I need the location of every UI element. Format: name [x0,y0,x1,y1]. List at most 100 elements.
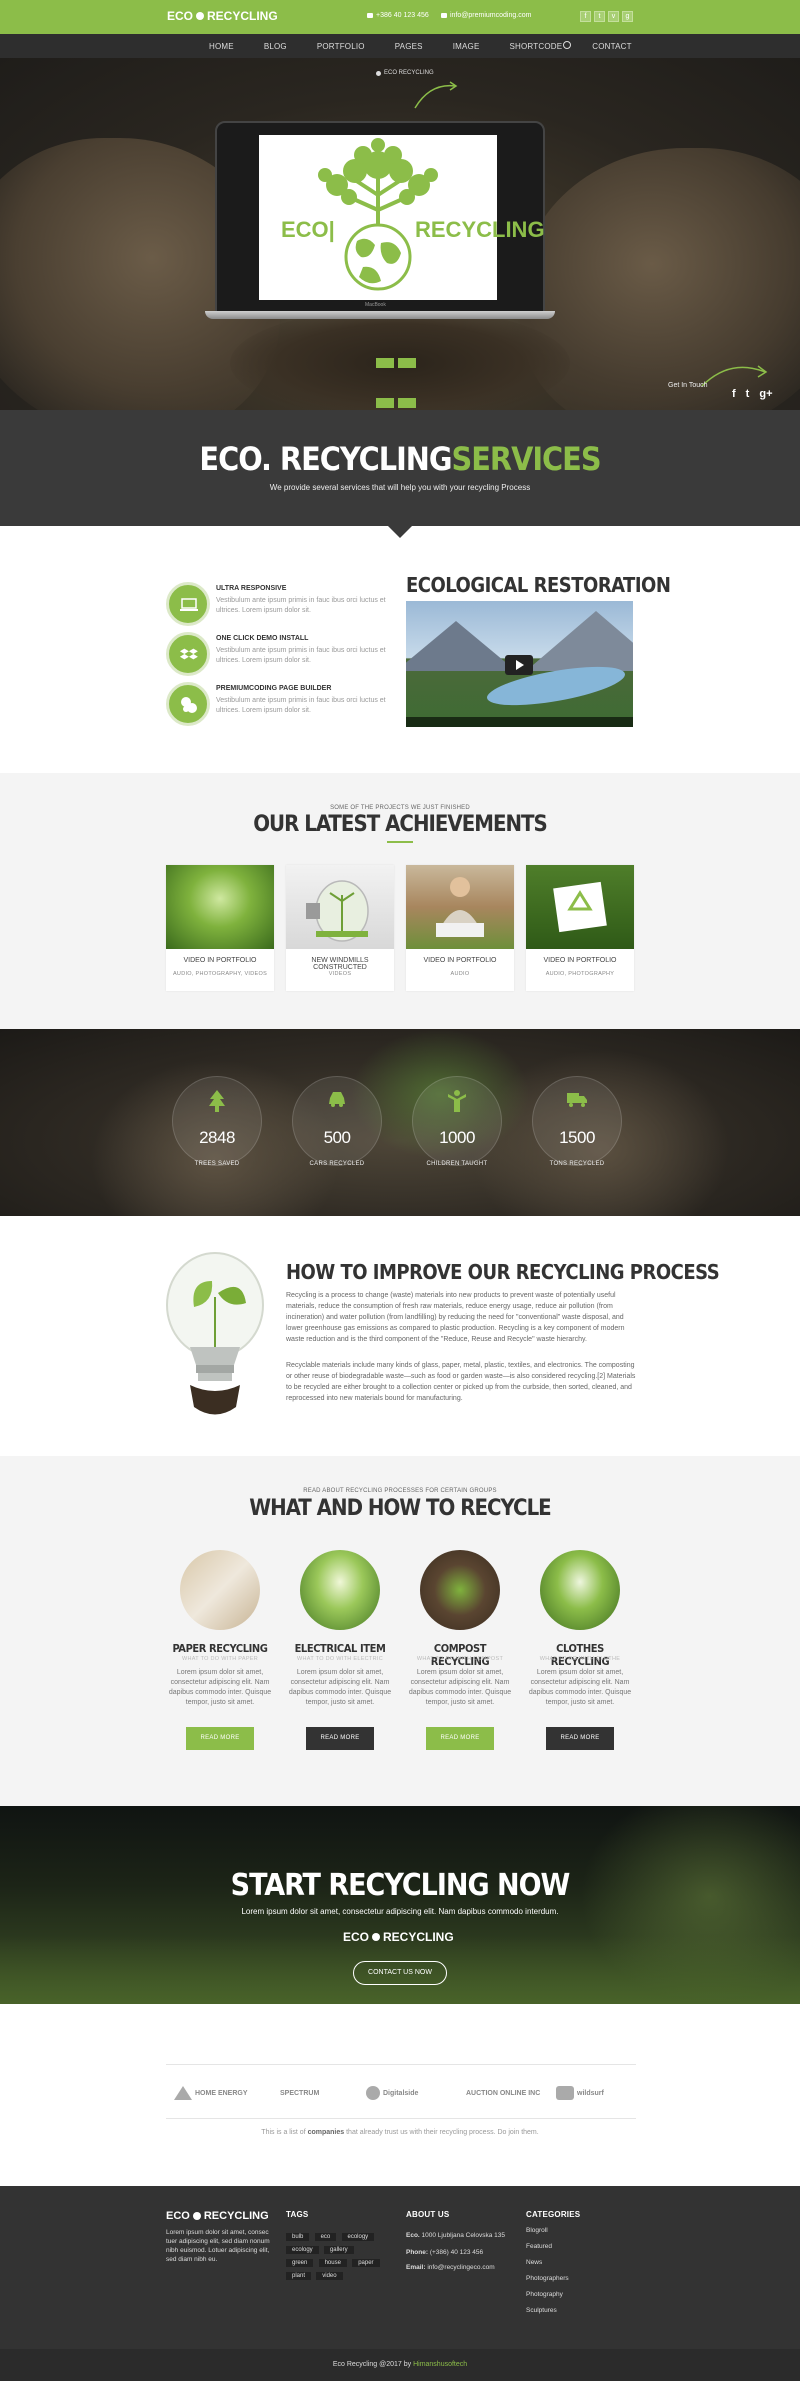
nav-shortcode[interactable]: SHORTCODE [510,42,563,51]
site-logo[interactable]: ECO RECYCLING [167,9,278,23]
partner-logo[interactable]: wildsurf [556,2080,604,2106]
video-controls[interactable] [406,717,633,727]
achievement-card[interactable]: VIDEO IN PORTFOLIO AUDIO, PHOTOGRAPHY [526,865,634,991]
feature-demo-install: ONE CLICK DEMO INSTALL Vestibulum ante i… [166,632,396,682]
footer-about-head: ABOUT US [406,2210,450,2219]
tag-link[interactable]: video [316,2272,343,2280]
partners-note: This is a list of companies that already… [0,2129,800,2136]
stat-value: 500 [323,1128,351,1147]
hero-slider: ECO RECYCLING ECO| RECYCLING MacBook Get… [0,58,800,410]
facebook-icon[interactable]: f [732,388,736,400]
read-more-button[interactable]: READ MORE [546,1727,614,1750]
laptop-base [205,311,555,319]
slider-dot[interactable] [376,358,394,368]
category-link[interactable]: Blogroll [526,2223,636,2239]
category-link[interactable]: Photographers [526,2271,636,2287]
achievement-card[interactable]: VIDEO IN PORTFOLIO AUDIO [406,865,514,991]
footer-phone-value: (+386) 40 123 456 [428,2249,484,2256]
category-link[interactable]: Photography [526,2287,636,2303]
slider-dot[interactable] [376,398,394,408]
tag-link[interactable]: green [286,2259,314,2267]
nav-blog[interactable]: BLOG [264,42,287,51]
tag-link[interactable]: ecology [341,2233,375,2241]
compost-photo [420,1550,500,1630]
footer-phone: Phone: (+386) 40 123 456 [406,2248,516,2257]
card-sub: AUDIO, PHOTOGRAPHY [545,971,615,977]
slider-dot[interactable] [398,398,416,408]
category-link[interactable]: Featured [526,2239,636,2255]
footer-phone-label: Phone: [406,2249,429,2256]
search-icon[interactable] [563,41,571,49]
feature-circle [166,582,210,626]
slider-dot[interactable] [398,358,416,368]
tag-link[interactable]: plant [286,2272,312,2280]
top-email[interactable]: info@premiumcoding.com [441,12,531,19]
stat-cars: 500 CARS RECYCLED [292,1076,382,1196]
achievement-card[interactable]: NEW WINDMILLS CONSTRUCTED VIDEOS [286,865,394,991]
puzzle-icon [181,697,197,713]
partner-logo[interactable]: AUCTION ONLINE INC [466,2080,540,2106]
nav-portfolio[interactable]: PORTFOLIO [317,42,365,51]
nav-pages[interactable]: PAGES [395,42,423,51]
logo-right: RECYCLING [207,9,278,23]
achievements-title-left: OUR LATEST [253,812,386,837]
partner-logo[interactable]: HOME ENERGY [174,2080,248,2106]
recycle-icon [553,881,607,933]
footer-about-us-col: ABOUT US Eco. 1000 Ljubljana Celovska 13… [406,2210,516,2272]
feature-title: ULTRA RESPONSIVE [216,585,287,592]
copyright-author-link[interactable]: Himanshusoftech [413,2361,467,2368]
tag-link[interactable]: house [318,2259,347,2267]
get-in-touch-label[interactable]: Get In Touch [668,382,708,389]
partners-note-pre: This is a list of [261,2129,308,2136]
nav-contact[interactable]: CONTACT [592,42,631,51]
category-link[interactable]: Sculptures [526,2303,636,2319]
read-more-button[interactable]: READ MORE [306,1727,374,1750]
footer-tags-col: TAGS bulb eco ecology ecology gallery gr… [286,2210,386,2283]
vimeo-icon[interactable]: v [608,11,619,22]
copyright-text: Eco Recycling @2017 by Himanshusoftech [0,2361,800,2368]
google-icon[interactable]: g [622,11,633,22]
footer-email[interactable]: Email: info@recyclingeco.com [406,2263,516,2272]
tag-link[interactable]: eco [314,2233,337,2241]
google-plus-icon[interactable]: g+ [759,388,772,400]
top-phone-text: +386 40 123 456 [376,12,429,19]
what-how-title: WHAT AND HOW TO RECYCLE [249,1496,551,1521]
achievement-card[interactable]: VIDEO IN PORTFOLIO AUDIO, PHOTOGRAPHY, V… [166,865,274,991]
footer-email-label: Email: [406,2264,426,2271]
recycle-item-paper: PAPER RECYCLING WHAT TO DO WITH PAPER Lo… [166,1550,274,1760]
recycle-sub: WHAT TO DO WITH CLOTHE [539,1656,621,1662]
partner-logo[interactable]: Digitalside [366,2080,418,2106]
nav-image[interactable]: IMAGE [453,42,480,51]
recycle-title: CLOTHES RECYCLING [550,1642,610,1668]
main-nav: HOME BLOG PORTFOLIO PAGES IMAGE SHORTCOD… [0,34,800,58]
services-title-green: SERVICES [451,440,601,478]
twitter-icon[interactable]: t [746,388,750,400]
play-icon[interactable] [505,655,533,675]
bulb-windmill-icon [306,880,369,942]
improve-paragraph-2: Recyclable materials include many kinds … [286,1362,636,1402]
eco-restoration-video[interactable] [406,601,633,727]
tag-link[interactable]: paper [352,2259,380,2267]
tag-link[interactable]: gallery [323,2246,354,2254]
nav-home[interactable]: HOME [209,42,234,51]
car-icon [329,1092,345,1107]
partner-logo[interactable]: SPECTRUM [280,2080,319,2106]
stat-label: CARS RECYCLED [309,1161,365,1167]
footer-logo[interactable]: ECO RECYCLING [166,2210,276,2222]
contact-us-button[interactable]: CONTACT US NOW [353,1961,447,1985]
tag-link[interactable]: ecology [286,2246,319,2254]
stat-value: 1000 [439,1128,475,1147]
read-more-button[interactable]: READ MORE [186,1727,254,1750]
mail-icon [441,13,447,18]
services-title-white: ECO. RECYCLING [199,440,452,478]
read-more-button[interactable]: READ MORE [426,1727,494,1750]
cta-logo-right: RECYCLING [383,1930,454,1944]
tree-icon [209,1090,225,1112]
twitter-icon[interactable]: t [594,11,605,22]
cta-logo-left: ECO [343,1930,370,1944]
facebook-icon[interactable]: f [580,11,591,22]
category-link[interactable]: News [526,2255,636,2271]
cta-subtitle: Lorem ipsum dolor sit amet, consectetur … [241,1907,559,1916]
tag-link[interactable]: bulb [286,2233,310,2241]
video-mountain [406,621,516,671]
